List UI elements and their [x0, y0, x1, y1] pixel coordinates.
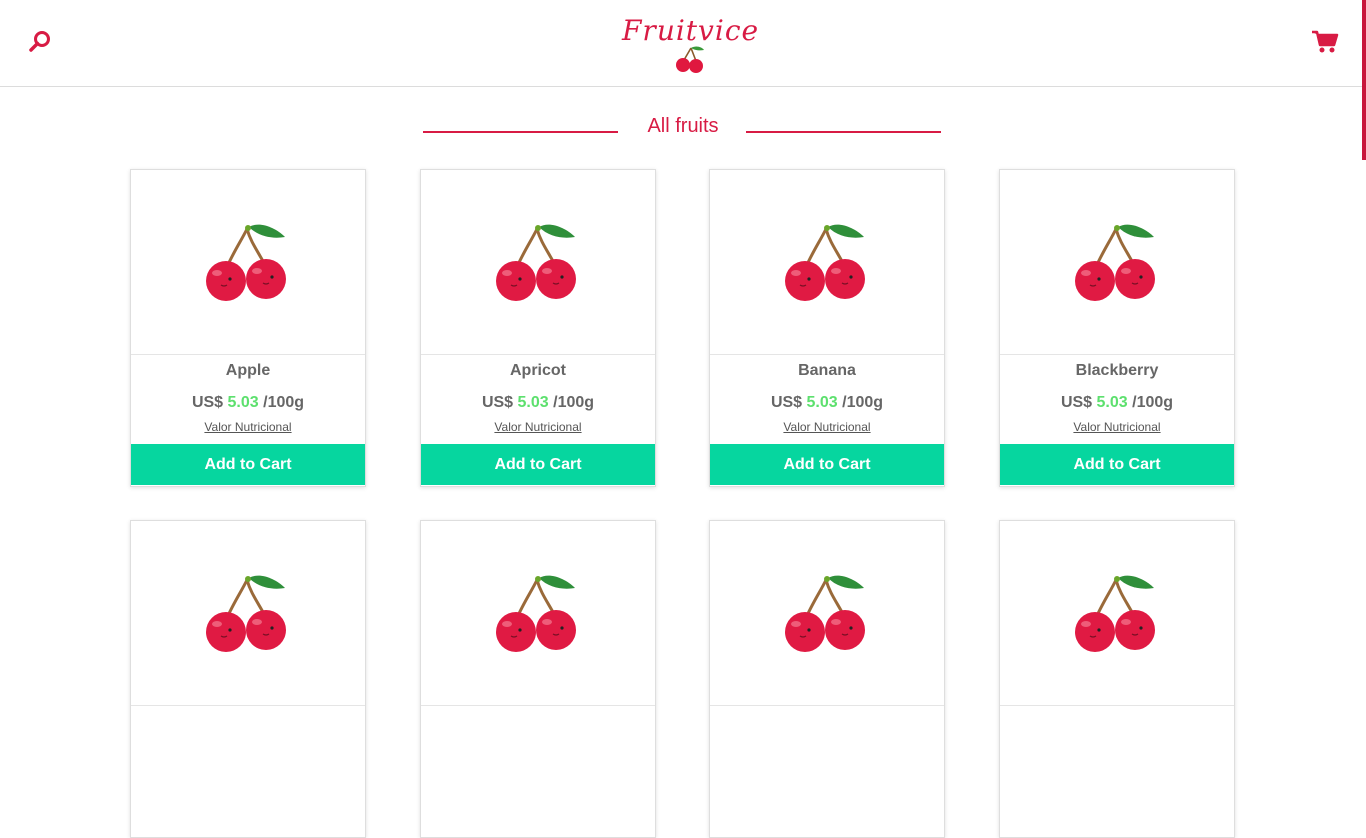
product-image[interactable] — [710, 521, 944, 706]
section-heading: All fruits — [0, 112, 1366, 148]
title-divider-left — [423, 131, 618, 133]
product-name: Apricot — [510, 362, 566, 379]
title-divider-right — [746, 131, 941, 133]
add-to-cart-button[interactable]: Add to Cart — [710, 444, 944, 485]
logo-cherry-icon — [676, 46, 704, 73]
product-card: Banana US$ 5.03 /100g Valor Nutricional Add… — [709, 169, 945, 487]
nutrition-link[interactable]: Valor Nutricional — [1000, 420, 1234, 434]
product-price: US$ 5.03 /100g — [1000, 394, 1234, 412]
price-amount: 5.03 — [806, 394, 838, 411]
price-currency: US$ — [1060, 394, 1093, 411]
product-name: Blackberry — [1075, 362, 1159, 379]
product-image[interactable] — [421, 521, 655, 706]
product-image[interactable] — [1000, 170, 1234, 355]
cart-button[interactable] — [1311, 29, 1339, 55]
cherry-icon — [785, 575, 865, 652]
price-currency: US$ — [191, 394, 224, 411]
price-unit: /100g — [263, 394, 305, 411]
nutrition-link[interactable]: Valor Nutricional — [421, 420, 655, 434]
price-amount: 5.03 — [227, 394, 259, 411]
price-currency: US$ — [770, 394, 803, 411]
nutrition-link[interactable]: Valor Nutricional — [131, 420, 365, 434]
product-image[interactable] — [131, 521, 365, 706]
product-price: US$ 5.03 /100g — [421, 394, 655, 412]
price-unit: /100g — [1132, 394, 1174, 411]
site-logo[interactable]: Fruitvice — [616, 8, 758, 78]
product-image[interactable] — [421, 170, 655, 355]
product-card — [130, 520, 366, 838]
search-button[interactable] — [28, 29, 54, 55]
product-card — [999, 520, 1235, 838]
product-card: Blackberry US$ 5.03 /100g Valor Nutriciona… — [999, 169, 1235, 487]
product-price: US$ 5.03 /100g — [710, 394, 944, 412]
product-image[interactable] — [710, 170, 944, 355]
nutrition-link[interactable]: Valor Nutricional — [710, 420, 944, 434]
price-amount: 5.03 — [517, 394, 549, 411]
shopping-cart-icon — [1312, 30, 1339, 53]
search-icon — [29, 31, 50, 52]
cherry-icon — [1075, 575, 1155, 652]
cherry-icon — [496, 224, 576, 301]
product-card: Apple US$ 5.03 /100g Valor Nutricional Add … — [130, 169, 366, 487]
cherry-icon — [1075, 224, 1155, 301]
product-name: Banana — [798, 362, 856, 379]
product-card — [709, 520, 945, 838]
product-price: US$ 5.03 /100g — [131, 394, 365, 412]
add-to-cart-button[interactable]: Add to Cart — [421, 444, 655, 485]
cherry-icon — [496, 575, 576, 652]
site-header: Fruitvice — [0, 0, 1366, 87]
cherry-icon — [206, 224, 286, 301]
add-to-cart-button[interactable]: Add to Cart — [1000, 444, 1234, 485]
price-amount: 5.03 — [1096, 394, 1128, 411]
price-unit: /100g — [553, 394, 595, 411]
add-to-cart-button[interactable]: Add to Cart — [131, 444, 365, 485]
cherry-icon — [785, 224, 865, 301]
section-title: All fruits — [647, 115, 719, 137]
cherry-icon — [206, 575, 286, 652]
product-card — [420, 520, 656, 838]
logo-text: Fruitvice — [622, 14, 760, 47]
price-currency: US$ — [481, 394, 514, 411]
price-unit: /100g — [842, 394, 884, 411]
product-image[interactable] — [131, 170, 365, 355]
product-image[interactable] — [1000, 521, 1234, 706]
product-name: Apple — [225, 362, 271, 379]
product-card: Apricot US$ 5.03 /100g Valor Nutricional Ad… — [420, 169, 656, 487]
